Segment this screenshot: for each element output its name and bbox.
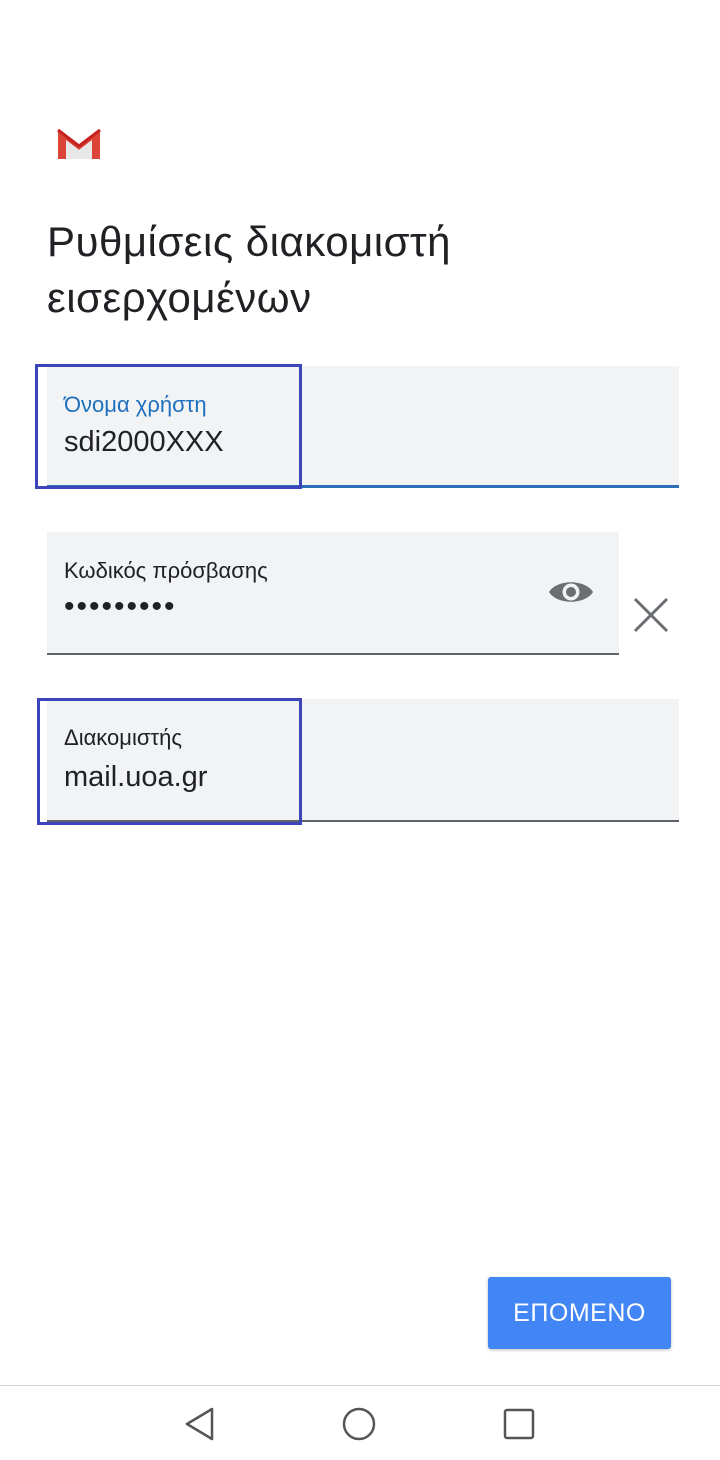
close-icon[interactable] (630, 594, 672, 636)
password-input[interactable]: ••••••••• (64, 590, 177, 624)
gmail-logo-icon (57, 128, 101, 159)
password-field[interactable]: Κωδικός πρόσβασης ••••••••• (47, 532, 619, 655)
server-label: Διακομιστής (64, 725, 182, 750)
username-field[interactable]: Όνομα χρήστη sdi2000XXX (47, 366, 679, 488)
server-field[interactable]: Διακομιστής mail.uoa.gr (47, 699, 679, 822)
incoming-server-settings-screen: Ρυθμίσεις διακομιστή εισερχομένων Όνομα … (0, 0, 720, 1460)
password-label: Κωδικός πρόσβασης (64, 558, 268, 583)
eye-icon[interactable] (547, 576, 595, 608)
page-title: Ρυθμίσεις διακομιστή εισερχομένων (47, 218, 451, 321)
back-triangle-icon[interactable] (182, 1406, 218, 1442)
next-button[interactable]: ΕΠΟΜΕΝΟ (488, 1277, 671, 1349)
recents-square-icon[interactable] (501, 1406, 537, 1442)
home-circle-icon[interactable] (341, 1406, 377, 1442)
username-label: Όνομα χρήστη (64, 392, 207, 417)
username-input[interactable]: sdi2000XXX (64, 426, 224, 459)
system-navigation-bar (0, 1385, 720, 1460)
server-input[interactable]: mail.uoa.gr (64, 761, 207, 794)
